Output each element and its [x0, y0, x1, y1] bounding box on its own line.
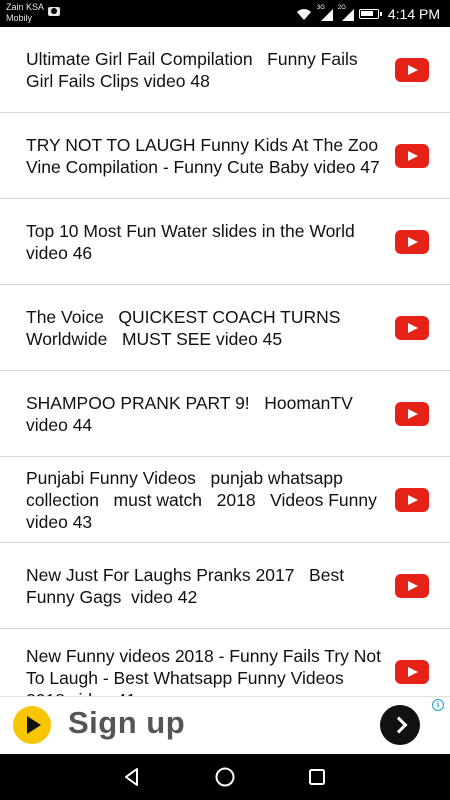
video-list-item[interactable]: New Just For Laughs Pranks 2017 Best Fun…	[0, 543, 450, 629]
video-list-item[interactable]: The Voice QUICKEST COACH TURNS Worldwide…	[0, 285, 450, 371]
back-icon[interactable]	[121, 766, 143, 788]
carrier-line-1: Zain KSA	[6, 2, 45, 12]
signal-icon-3g: 3G	[316, 5, 333, 21]
video-list-item[interactable]: Top 10 Most Fun Water slides in the Worl…	[0, 199, 450, 285]
youtube-play-icon[interactable]	[395, 57, 429, 82]
camera-icon	[48, 7, 60, 16]
youtube-play-icon[interactable]	[395, 143, 429, 168]
navigation-bar	[0, 754, 450, 800]
wifi-icon	[296, 9, 311, 20]
ad-signup-label[interactable]: Sign up	[68, 705, 185, 741]
youtube-play-icon[interactable]	[395, 229, 429, 254]
play-icon[interactable]	[13, 706, 51, 744]
video-list[interactable]: Ultimate Girl Fail Compilation Funny Fai…	[0, 27, 450, 696]
network-label-2g: 2G	[337, 5, 346, 11]
video-list-item[interactable]: New Funny videos 2018 - Funny Fails Try …	[0, 629, 450, 696]
ad-banner[interactable]: Sign up i	[0, 696, 450, 754]
video-list-item[interactable]: SHAMPOO PRANK PART 9! HoomanTV video 44	[0, 371, 450, 457]
video-list-item[interactable]: Punjabi Funny Videos punjab whatsapp col…	[0, 457, 450, 543]
carrier-line-2: Mobily	[6, 13, 33, 23]
youtube-play-icon[interactable]	[395, 315, 429, 340]
status-icons: 3G 2G 4:14 PM	[296, 4, 440, 24]
carrier-label: Zain KSA Mobily	[6, 2, 46, 24]
video-title: New Funny videos 2018 - Funny Fails Try …	[26, 646, 382, 696]
video-title: SHAMPOO PRANK PART 9! HoomanTV video 44	[26, 392, 358, 435]
chevron-right-icon[interactable]	[380, 705, 420, 745]
video-title: TRY NOT TO LAUGH Funny Kids At The Zoo V…	[26, 134, 383, 177]
home-icon[interactable]	[214, 766, 236, 788]
signal-icon-2g: 2G	[337, 5, 354, 21]
video-list-item[interactable]: TRY NOT TO LAUGH Funny Kids At The Zoo V…	[0, 113, 450, 199]
youtube-play-icon[interactable]	[395, 660, 429, 684]
info-icon[interactable]: i	[432, 699, 444, 711]
video-title: The Voice QUICKEST COACH TURNS Worldwide…	[26, 306, 346, 349]
recent-apps-icon[interactable]	[306, 766, 328, 788]
video-title: Punjabi Funny Videos punjab whatsapp col…	[26, 467, 382, 532]
clock: 4:14 PM	[387, 6, 440, 22]
youtube-play-icon[interactable]	[395, 401, 429, 426]
video-title: New Just For Laughs Pranks 2017 Best Fun…	[26, 564, 349, 607]
youtube-play-icon[interactable]	[395, 573, 429, 598]
video-title: Ultimate Girl Fail Compilation Funny Fai…	[26, 48, 363, 91]
video-title: Top 10 Most Fun Water slides in the Worl…	[26, 220, 360, 263]
youtube-play-icon[interactable]	[395, 487, 429, 512]
battery-icon	[358, 9, 382, 19]
status-bar: Zain KSA Mobily 3G 2G 4:14 PM	[0, 0, 450, 27]
video-list-item[interactable]: Ultimate Girl Fail Compilation Funny Fai…	[0, 27, 450, 113]
network-label-3g: 3G	[316, 5, 325, 11]
